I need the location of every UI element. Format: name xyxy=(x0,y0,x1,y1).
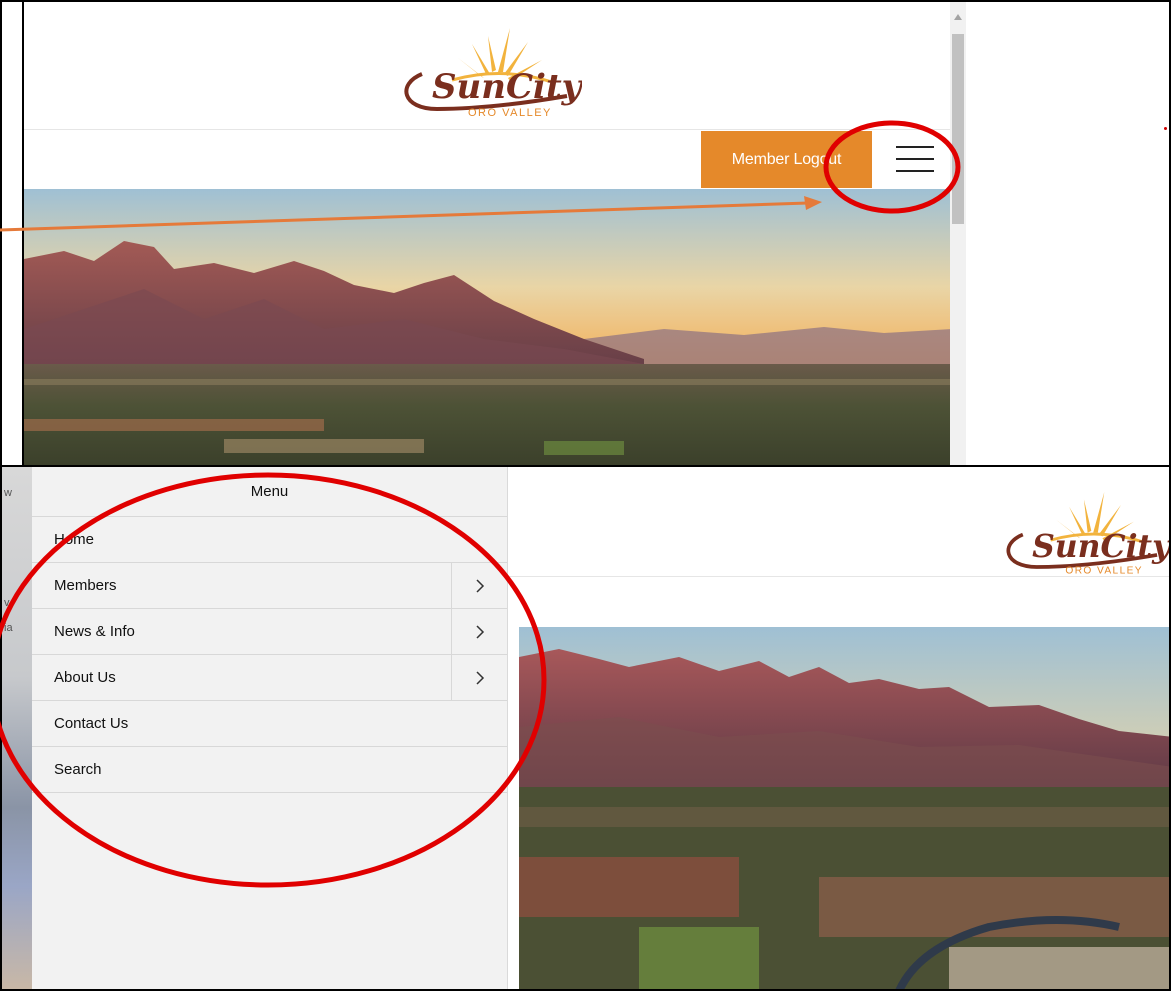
menu-item-home[interactable]: Home xyxy=(32,517,507,563)
hero-image-mountains xyxy=(519,627,1169,989)
menu-item-label: Contact Us xyxy=(54,715,129,732)
scrollbar-thumb[interactable] xyxy=(952,34,964,224)
site-nav-bar: Member Logout xyxy=(24,130,950,188)
hamburger-menu-icon[interactable] xyxy=(896,144,934,174)
menu-item-label: News & Info xyxy=(54,623,135,640)
menu-item-contact-us[interactable]: Contact Us xyxy=(32,701,507,747)
menu-item-news-info[interactable]: News & Info xyxy=(32,609,507,655)
menu-item-label: Search xyxy=(54,761,102,778)
browser-viewport: SunCity ORO VALLEY Member Logout xyxy=(22,2,950,465)
annotation-dot xyxy=(1164,127,1167,130)
bottom-screenshot: w v ia Menu Home Members News & Info Abo… xyxy=(0,467,1171,991)
scroll-up-arrow-icon[interactable] xyxy=(954,14,962,20)
menu-item-search[interactable]: Search xyxy=(32,747,507,793)
slide-out-menu: Menu Home Members News & Info About Us C… xyxy=(32,467,508,989)
menu-item-members[interactable]: Members xyxy=(32,563,507,609)
member-logout-button[interactable]: Member Logout xyxy=(701,131,872,188)
logo-sub-text: ORO VALLEY xyxy=(468,107,552,119)
menu-title: Menu xyxy=(32,467,507,517)
menu-item-label: About Us xyxy=(54,669,116,686)
chevron-right-icon[interactable] xyxy=(451,655,507,700)
top-screenshot: SunCity ORO VALLEY Member Logout xyxy=(0,0,1171,467)
suncity-logo[interactable]: SunCity ORO VALLEY xyxy=(392,14,582,122)
background-page-strip: w v ia xyxy=(2,467,32,989)
site-header: SunCity ORO VALLEY xyxy=(509,467,1171,579)
page-behind-menu: SunCity ORO VALLEY xyxy=(509,467,1171,989)
chevron-right-icon[interactable] xyxy=(451,563,507,608)
suncity-logo[interactable]: SunCity ORO VALLEY xyxy=(994,479,1171,579)
logo-main-text: SunCity xyxy=(432,67,582,107)
scrollbar[interactable] xyxy=(950,2,966,465)
logo-sub-text: ORO VALLEY xyxy=(1065,565,1143,576)
site-header: SunCity ORO VALLEY xyxy=(24,2,950,130)
menu-item-label: Members xyxy=(54,577,117,594)
chevron-right-icon[interactable] xyxy=(451,609,507,654)
menu-item-label: Home xyxy=(54,531,95,548)
hero-image-mountains xyxy=(24,189,950,465)
menu-item-about-us[interactable]: About Us xyxy=(32,655,507,701)
logo-main-text: SunCity xyxy=(1032,528,1171,565)
